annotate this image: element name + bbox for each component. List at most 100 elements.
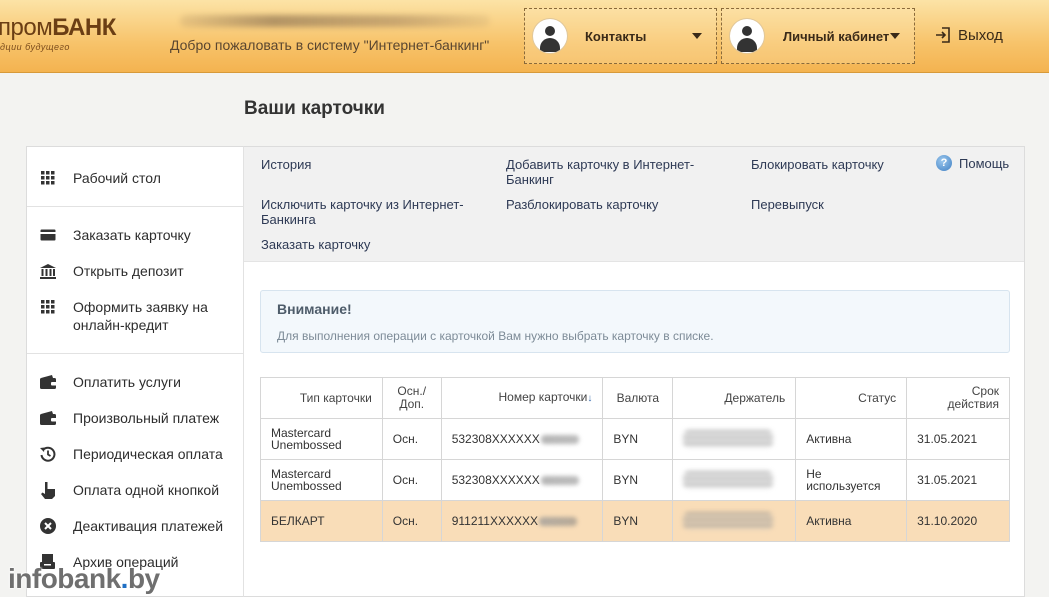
cell-main-additional: Осн. — [381, 459, 442, 501]
cell-currency: BYN — [602, 418, 674, 460]
bank-logo[interactable]: промБАНК — [0, 14, 116, 42]
block-card-link[interactable]: Блокировать карточку — [751, 157, 884, 172]
unblock-card-link[interactable]: Разблокировать карточку — [506, 197, 658, 212]
cell-currency: BYN — [602, 500, 674, 542]
sidebar-group-dashboard: Рабочий стол — [27, 147, 243, 207]
sidebar-item-label: Оплатить услуги — [73, 374, 181, 390]
history-icon — [39, 445, 57, 463]
alert-message: Для выполнения операции с карточкой Вам … — [277, 329, 714, 343]
column-header-expiry[interactable]: Срок действия — [906, 377, 1010, 419]
blurred-holder-name — [683, 512, 774, 530]
wallet-icon — [39, 409, 57, 427]
alert-title: Внимание! — [277, 301, 352, 317]
sidebar-item-periodic-payment[interactable]: Периодическая оплата — [27, 427, 243, 463]
sidebar-item-label: Оплата одной кнопкой — [73, 482, 220, 498]
sidebar-item-dashboard[interactable]: Рабочий стол — [27, 147, 243, 187]
reissue-link[interactable]: Перевыпуск — [751, 197, 824, 212]
remove-card-link[interactable]: Исключить карточку из Интернет-Банкинга — [261, 197, 476, 227]
personal-cabinet-button[interactable]: Личный кабинет — [721, 8, 915, 64]
sidebar-item-order-card[interactable]: Заказать карточку — [27, 207, 243, 244]
infobank-watermark: infobank.by — [8, 563, 160, 594]
cell-card-type: Mastercard Unembossed — [260, 459, 383, 501]
history-link[interactable]: История — [261, 157, 311, 172]
sidebar-group-products: Заказать карточку Открыть депозит Оформи… — [27, 207, 243, 354]
help-button[interactable]: ? Помощь — [936, 155, 1009, 171]
blurred-holder-name — [683, 471, 774, 489]
sidebar-item-label: Открыть депозит — [73, 263, 184, 279]
cell-card-number: 532308XXXXXX — [440, 459, 604, 501]
column-header-currency[interactable]: Валюта — [602, 377, 674, 419]
blurred-number — [540, 435, 579, 445]
cell-status: Активна — [795, 418, 908, 460]
sidebar: Рабочий стол Заказать карточку Открыть д… — [26, 146, 243, 597]
question-icon: ? — [936, 155, 952, 171]
header: промБАНК дции будущего Добро пожаловать … — [0, 0, 1049, 73]
cell-main-additional: Осн. — [381, 500, 442, 542]
cell-card-number: 532308XXXXXX — [440, 418, 604, 460]
order-card-link[interactable]: Заказать карточку — [261, 237, 370, 252]
cell-expiry: 31.10.2020 — [906, 500, 1010, 542]
logout-icon — [936, 27, 950, 43]
grid-icon — [39, 298, 57, 316]
blurred-user-name — [180, 15, 490, 27]
user-avatar-icon — [533, 19, 567, 53]
sidebar-item-open-deposit[interactable]: Открыть депозит — [27, 244, 243, 280]
sidebar-item-arbitrary-payment[interactable]: Произвольный платеж — [27, 391, 243, 427]
cell-main-additional: Осн. — [381, 418, 442, 460]
card-icon — [39, 226, 57, 244]
cell-expiry: 31.05.2021 — [906, 418, 1010, 460]
blurred-number — [540, 476, 579, 486]
column-header-holder[interactable]: Держатель — [672, 377, 797, 419]
column-header-card-number[interactable]: Номер карточки↓ — [440, 377, 604, 419]
help-label: Помощь — [959, 155, 1010, 171]
cell-expiry: 31.05.2021 — [906, 459, 1010, 501]
blurred-holder-name — [683, 430, 774, 448]
blurred-number — [539, 517, 577, 527]
sidebar-item-deactivate-payments[interactable]: Деактивация платежей — [27, 499, 243, 535]
column-header-card-type[interactable]: Тип карточки — [260, 377, 383, 419]
cell-status: Активна — [795, 500, 908, 542]
sidebar-item-label: Периодическая оплата — [73, 446, 223, 462]
cards-table: Тип карточки Осн./ Доп. Номер карточки↓ … — [260, 377, 1010, 542]
table-header-row: Тип карточки Осн./ Доп. Номер карточки↓ … — [260, 377, 1010, 419]
chevron-down-icon — [890, 33, 900, 39]
bank-logo-tagline: дции будущего — [0, 42, 70, 52]
cell-holder — [672, 418, 797, 460]
cell-holder — [672, 459, 797, 501]
sort-arrow-icon: ↓ — [587, 393, 593, 404]
main-content: История Добавить карточку в Интернет-Бан… — [243, 146, 1025, 597]
attention-alert: Внимание! Для выполнения операции с карт… — [260, 290, 1010, 353]
sidebar-item-one-click-payment[interactable]: Оплата одной кнопкой — [27, 463, 243, 499]
add-card-link[interactable]: Добавить карточку в Интернет-Банкинг — [506, 157, 716, 187]
personal-cabinet-label: Личный кабинет — [783, 28, 890, 44]
cancel-circle-icon — [39, 517, 57, 535]
chevron-down-icon — [692, 33, 702, 39]
contacts-label: Контакты — [585, 28, 647, 44]
card-actions-panel: История Добавить карточку в Интернет-Бан… — [244, 147, 1024, 262]
sidebar-item-pay-services[interactable]: Оплатить услуги — [27, 354, 243, 391]
table-row-selected[interactable]: БЕЛКАРТ Осн. 911211XXXXXX BYN Активна 31… — [260, 500, 1010, 542]
hand-pointer-icon — [39, 481, 57, 499]
cell-status: Не используется — [795, 459, 908, 501]
wallet-icon — [39, 373, 57, 391]
sidebar-item-label: Оформить заявку на онлайн-кредит — [73, 299, 208, 333]
sidebar-item-label: Рабочий стол — [73, 170, 161, 186]
table-row[interactable]: Mastercard Unembossed Осн. 532308XXXXXX … — [260, 459, 1010, 501]
logout-button[interactable]: Выход — [934, 26, 1003, 44]
grid-icon — [39, 169, 57, 187]
user-avatar-icon — [730, 19, 764, 53]
cell-currency: BYN — [602, 459, 674, 501]
cell-card-type: БЕЛКАРТ — [260, 500, 383, 542]
sidebar-item-online-credit[interactable]: Оформить заявку на онлайн-кредит — [27, 280, 243, 334]
table-row[interactable]: Mastercard Unembossed Осн. 532308XXXXXX … — [260, 418, 1010, 460]
bank-icon — [39, 262, 57, 280]
sidebar-group-payments: Оплатить услуги Произвольный платеж Пери… — [27, 354, 243, 571]
cell-card-number: 911211XXXXXX — [440, 500, 604, 542]
column-header-status[interactable]: Статус — [795, 377, 908, 419]
column-header-main-additional[interactable]: Осн./ Доп. — [381, 377, 442, 419]
contacts-button[interactable]: Контакты — [524, 8, 717, 64]
cell-card-type: Mastercard Unembossed — [260, 418, 383, 460]
page-title: Ваши карточки — [244, 98, 385, 119]
cell-holder — [672, 500, 797, 542]
sidebar-item-label: Деактивация платежей — [73, 518, 224, 534]
